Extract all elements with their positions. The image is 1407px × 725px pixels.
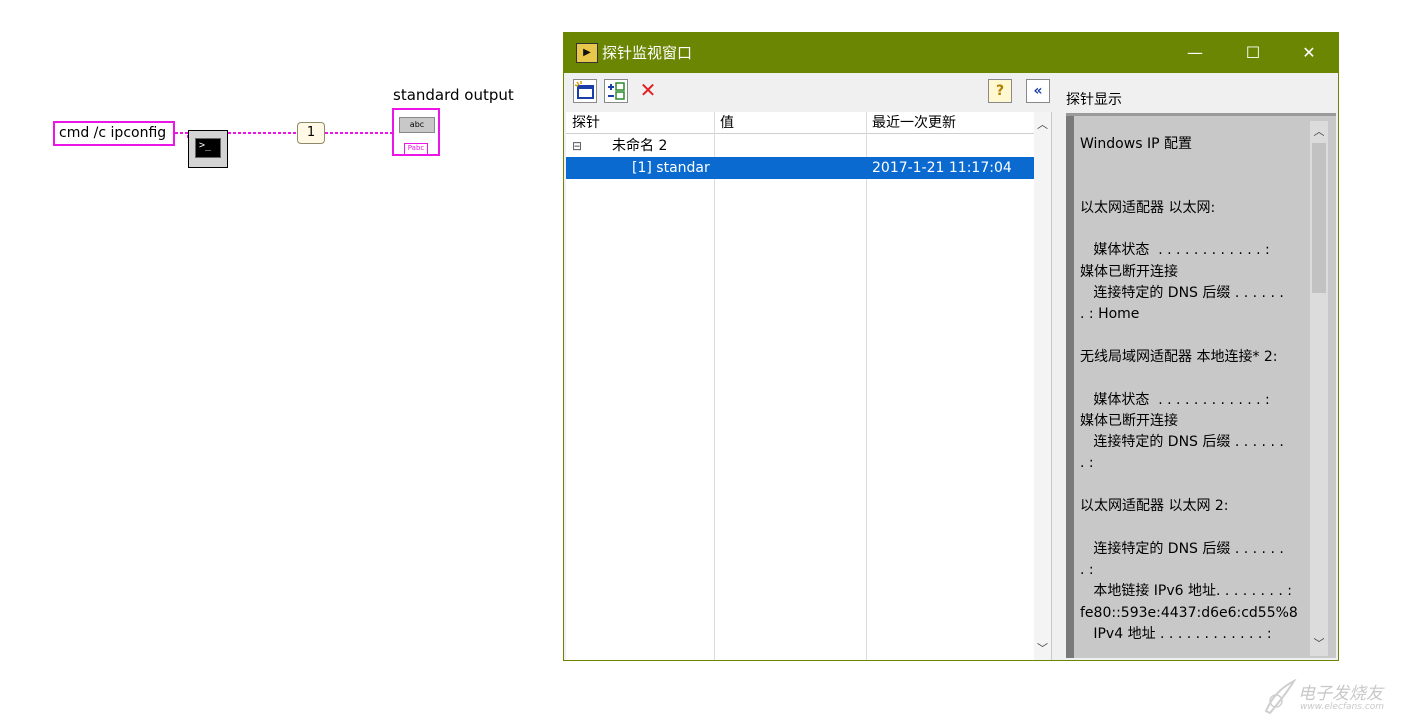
minimize-button[interactable]: —	[1166, 33, 1224, 73]
terminal-glyph: >_	[199, 140, 212, 151]
probe-toolbar: ✕ ? «	[564, 73, 1064, 109]
display-border	[1066, 116, 1074, 658]
list-add-icon	[608, 82, 625, 100]
double-chevron-left-icon: «	[1033, 83, 1043, 99]
delete-probe-button[interactable]: ✕	[636, 79, 660, 103]
probe-name: 未命名 2	[612, 138, 668, 154]
probe-list[interactable]: 探针 值 最近一次更新 ⊟ 未命名 2 [1] standar 2017-1-2…	[566, 112, 1052, 660]
window-title: 探针监视窗口	[602, 44, 693, 62]
probe-updated: 2017-1-21 11:17:04	[872, 160, 1012, 176]
watermark-text: 电子发烧友	[1298, 684, 1383, 704]
scroll-down-icon[interactable]: ﹀	[1310, 635, 1328, 651]
watermark-url: www.elecfans.com	[1300, 702, 1385, 712]
new-window-icon	[574, 81, 594, 99]
scrollbar-thumb[interactable]	[1312, 143, 1326, 293]
index-constant[interactable]: 1	[297, 122, 325, 144]
probe-output-text[interactable]: Windows IP 配置 以太网适配器 以太网: 媒体状态 . . . . .…	[1080, 134, 1302, 654]
help-icon: ?	[995, 83, 1005, 99]
scroll-down-icon[interactable]: ﹀	[1034, 640, 1051, 656]
delete-icon: ✕	[639, 78, 657, 102]
probe-list-scrollbar[interactable]: ︿ ﹀	[1034, 112, 1051, 660]
probe-icon: ▶	[576, 43, 598, 63]
scroll-up-icon[interactable]: ︿	[1310, 123, 1328, 139]
probe-row[interactable]: ⊟ 未命名 2	[566, 135, 1034, 157]
command-string-constant[interactable]: cmd /c ipconfig	[53, 121, 175, 146]
probe-row-selected[interactable]: [1] standar 2017-1-21 11:17:04	[566, 157, 1034, 179]
help-button[interactable]: ?	[988, 79, 1012, 103]
new-probe-button[interactable]	[573, 79, 597, 103]
probe-watch-window: ▶ 探针监视窗口 — ☐ ✕ ✕ ? « 探针 值 最近一次更新 ⊟ 未命名 2…	[563, 32, 1339, 661]
column-header-value[interactable]: 值	[714, 112, 866, 134]
column-header-last-update[interactable]: 最近一次更新	[866, 112, 1034, 134]
collapse-tree-icon[interactable]: ⊟	[572, 135, 582, 157]
string-wire	[175, 132, 189, 140]
collapse-display-button[interactable]: «	[1026, 79, 1050, 103]
maximize-button[interactable]: ☐	[1224, 33, 1282, 73]
scroll-up-icon[interactable]: ︿	[1034, 116, 1051, 132]
probe-display-label: 探针显示	[1066, 92, 1122, 108]
system-exec-node[interactable]: >_	[188, 130, 228, 168]
probe-display-panel: Windows IP 配置 以太网适配器 以太网: 媒体状态 . . . . .…	[1066, 113, 1336, 658]
display-scrollbar[interactable]: ︿ ﹀	[1310, 121, 1328, 656]
indicator-label: standard output	[393, 86, 514, 104]
watermark: 电子发烧友 www.elecfans.com	[1262, 675, 1402, 720]
add-probe-button[interactable]	[604, 79, 628, 103]
terminal-icon: >_	[195, 138, 221, 158]
column-header-probe[interactable]: 探针	[566, 112, 714, 134]
probe-name: [1] standar	[632, 160, 710, 176]
column-divider	[866, 112, 867, 660]
watermark-logo-icon	[1264, 678, 1297, 715]
indicator-glyph: abc	[399, 117, 435, 133]
pane-splitter[interactable]	[1057, 109, 1062, 660]
string-indicator-terminal[interactable]: abc Pabc	[392, 108, 440, 156]
column-divider	[714, 112, 715, 660]
indicator-type-glyph: Pabc	[404, 143, 428, 155]
title-bar[interactable]: ▶ 探针监视窗口 — ☐ ✕	[564, 33, 1338, 73]
close-button[interactable]: ✕	[1280, 33, 1338, 73]
